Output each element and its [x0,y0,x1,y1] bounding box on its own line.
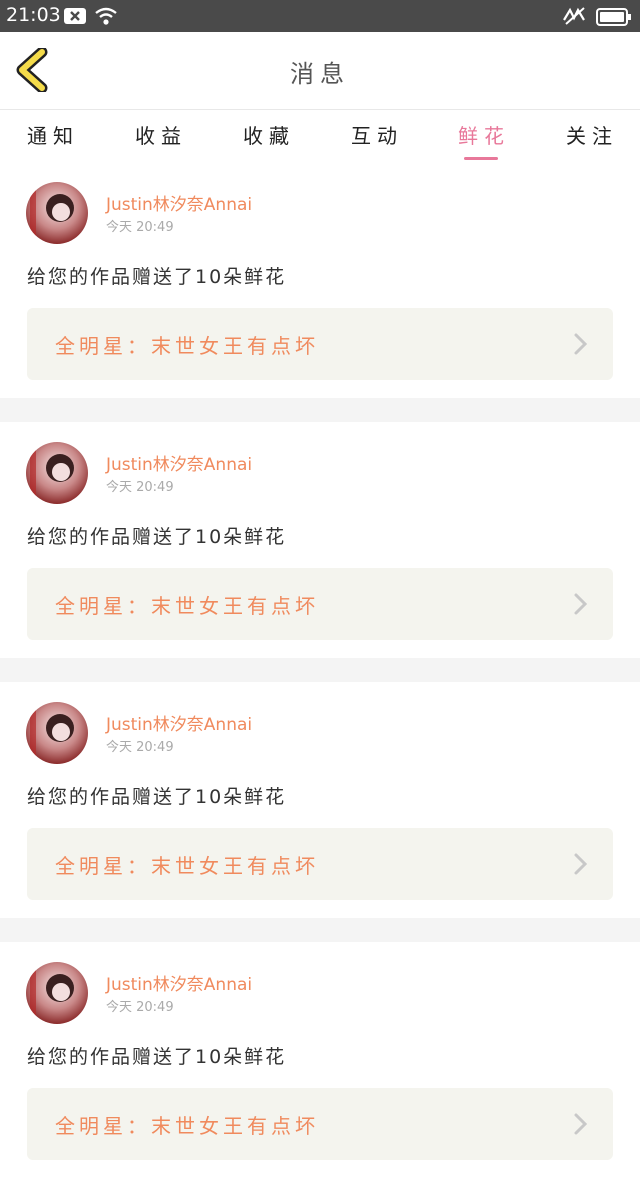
list-item: Justin林汐奈Annai 今天 20:49 给您的作品赠送了10朵鲜花 全明… [0,422,640,658]
tab-bar: 通知 收益 收藏 互动 鲜花 关注 [0,110,640,162]
work-link[interactable]: 全明星：末世女王有点坏 [27,308,613,380]
message-text: 给您的作品赠送了10朵鲜花 [27,526,287,548]
navigation-bar: 消息 [0,32,640,110]
avatar[interactable] [26,442,88,504]
tab-notify[interactable]: 通知 [13,120,93,149]
timestamp: 今天 20:49 [106,740,174,755]
list-item: Justin林汐奈Annai 今天 20:49 给您的作品赠送了10朵鲜花 全明… [0,942,640,1178]
avatar[interactable] [26,962,88,1024]
wifi-icon [94,6,118,30]
work-title: 全明星：末世女王有点坏 [55,1114,319,1138]
work-title: 全明星：末世女王有点坏 [55,854,319,878]
work-link[interactable]: 全明星：末世女王有点坏 [27,828,613,900]
mute-icon [562,6,588,30]
tab-flowers[interactable]: 鲜花 [444,120,524,149]
timestamp: 今天 20:49 [106,220,174,235]
flower-message-list: Justin林汐奈Annai 今天 20:49 给您的作品赠送了10朵鲜花 全明… [0,162,640,1178]
notification-icon [64,8,86,28]
divider [0,658,640,682]
tab-interaction[interactable]: 互动 [337,120,417,149]
list-item: Justin林汐奈Annai 今天 20:49 给您的作品赠送了10朵鲜花 全明… [0,162,640,398]
battery-icon [596,8,632,30]
tab-follow[interactable]: 关注 [552,120,632,149]
active-tab-indicator [464,157,498,160]
divider [0,918,640,942]
chevron-right-icon [574,1113,588,1135]
avatar[interactable] [26,182,88,244]
chevron-right-icon [574,853,588,875]
divider [0,398,640,422]
timestamp: 今天 20:49 [106,480,174,495]
work-link[interactable]: 全明星：末世女王有点坏 [27,1088,613,1160]
work-title: 全明星：末世女王有点坏 [55,594,319,618]
username[interactable]: Justin林汐奈Annai [106,190,252,215]
page-title: 消息 [290,60,350,88]
message-text: 给您的作品赠送了10朵鲜花 [27,266,287,288]
list-item: Justin林汐奈Annai 今天 20:49 给您的作品赠送了10朵鲜花 全明… [0,682,640,918]
message-text: 给您的作品赠送了10朵鲜花 [27,1046,287,1068]
tab-favorites[interactable]: 收藏 [229,120,309,149]
status-time: 21:03 [6,4,61,26]
timestamp: 今天 20:49 [106,1000,174,1015]
chevron-right-icon [574,593,588,615]
username[interactable]: Justin林汐奈Annai [106,970,252,995]
username[interactable]: Justin林汐奈Annai [106,450,252,475]
avatar[interactable] [26,702,88,764]
work-link[interactable]: 全明星：末世女王有点坏 [27,568,613,640]
message-text: 给您的作品赠送了10朵鲜花 [27,786,287,808]
status-bar: 21:03 [0,0,640,32]
username[interactable]: Justin林汐奈Annai [106,710,252,735]
work-title: 全明星：末世女王有点坏 [55,334,319,358]
chevron-right-icon [574,333,588,355]
tab-income[interactable]: 收益 [121,120,201,149]
